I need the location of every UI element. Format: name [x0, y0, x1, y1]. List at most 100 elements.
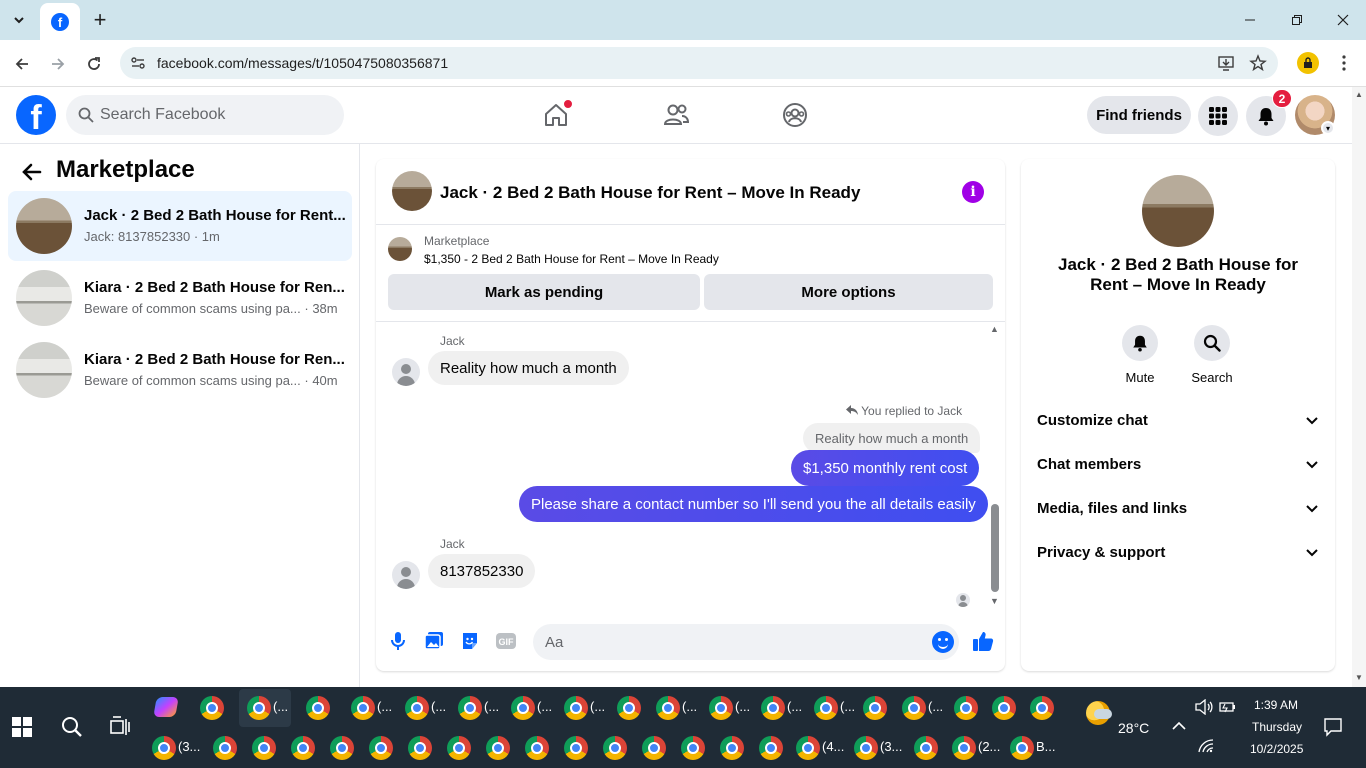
chrome-window-icon[interactable] [486, 736, 510, 760]
close-window-button[interactable] [1331, 8, 1355, 32]
chrome-window-icon[interactable] [854, 736, 878, 760]
contact-avatar[interactable] [392, 358, 420, 386]
tab-search-menu-button[interactable] [6, 7, 32, 33]
facebook-search-input[interactable]: Search Facebook [66, 95, 344, 135]
message-composer[interactable] [533, 624, 959, 660]
back-button[interactable] [8, 50, 36, 78]
taskbar-window-label[interactable]: (... [682, 699, 697, 714]
search-in-chat-button[interactable] [1194, 325, 1230, 361]
chrome-window-icon[interactable] [952, 736, 976, 760]
taskbar-window-label[interactable]: (... [787, 699, 802, 714]
taskbar-window-label[interactable]: (3... [880, 739, 902, 754]
speaker-icon[interactable] [1195, 699, 1213, 715]
clock-date[interactable]: 10/2/2025 [1250, 742, 1303, 756]
chrome-window-icon[interactable] [213, 736, 237, 760]
chevron-up-icon[interactable] [1172, 721, 1186, 731]
scroll-up-icon[interactable]: ▲ [990, 324, 999, 334]
mute-button[interactable] [1122, 325, 1158, 361]
chrome-window-icon[interactable] [408, 736, 432, 760]
incoming-message[interactable]: 8137852330 [428, 554, 536, 588]
mark-as-pending-button[interactable]: Mark as pending [388, 274, 700, 310]
search-icon[interactable] [60, 715, 84, 739]
taskbar-window-label[interactable]: (... [537, 699, 552, 714]
chat-listing-thumbnail[interactable] [392, 171, 432, 211]
account-caret-icon[interactable]: ▾ [1321, 121, 1335, 135]
chat-title[interactable]: Jack · 2 Bed 2 Bath House for Rent – Mov… [440, 183, 860, 203]
chrome-window-icon[interactable] [814, 696, 838, 720]
chrome-window-icon[interactable] [761, 696, 785, 720]
conversation-item[interactable]: Jack · 2 Bed 2 Bath House for Rent... Ja… [8, 191, 352, 261]
incoming-message[interactable]: Reality how much a month [428, 351, 629, 385]
taskbar-window-label[interactable]: (... [273, 699, 288, 714]
chrome-window-icon[interactable] [954, 696, 978, 720]
copilot-icon[interactable] [153, 697, 179, 717]
wifi-icon[interactable] [1198, 739, 1214, 753]
facebook-logo-icon[interactable]: f [16, 95, 56, 135]
mute-action[interactable]: Mute [1108, 325, 1172, 385]
url-text[interactable]: facebook.com/messages/t/1050475080356871 [157, 55, 448, 71]
scroll-down-icon[interactable]: ▼ [1355, 673, 1363, 682]
scroll-up-icon[interactable]: ▲ [1355, 90, 1363, 99]
nav-friends-button[interactable] [660, 99, 692, 131]
back-arrow-icon[interactable] [20, 160, 44, 184]
chrome-window-icon[interactable] [200, 696, 224, 720]
chrome-window-icon[interactable] [603, 736, 627, 760]
chrome-window-icon[interactable] [914, 736, 938, 760]
chrome-window-icon[interactable] [617, 696, 641, 720]
page-scrollbar[interactable]: ▲ ▼ [1352, 87, 1366, 687]
reload-button[interactable] [80, 50, 108, 78]
taskbar-window-label[interactable]: (... [377, 699, 392, 714]
chrome-window-icon[interactable] [681, 736, 705, 760]
chat-scrollbar[interactable]: ▲ ▼ [988, 322, 1002, 612]
media-files-links-section[interactable]: Media, files and links [1037, 490, 1319, 526]
gif-button[interactable]: GIF [494, 629, 518, 653]
menu-button[interactable] [1198, 96, 1238, 136]
marketplace-listing-thumbnail[interactable] [388, 237, 412, 261]
chrome-window-icon[interactable] [369, 736, 393, 760]
chrome-window-icon[interactable] [247, 696, 271, 720]
message-input[interactable] [545, 624, 915, 660]
taskbar-window-label[interactable]: (3... [178, 739, 200, 754]
chrome-window-icon[interactable] [642, 736, 666, 760]
chrome-window-icon[interactable] [525, 736, 549, 760]
chrome-window-icon[interactable] [564, 736, 588, 760]
listing-price-title[interactable]: $1,350 - 2 Bed 2 Bath House for Rent – M… [424, 252, 719, 266]
chrome-window-icon[interactable] [720, 736, 744, 760]
chrome-window-icon[interactable] [405, 696, 429, 720]
scroll-down-icon[interactable]: ▼ [990, 596, 999, 606]
chrome-window-icon[interactable] [291, 736, 315, 760]
bookmark-button[interactable] [1248, 53, 1268, 73]
chrome-window-icon[interactable] [330, 736, 354, 760]
taskbar-window-label[interactable]: (4... [822, 739, 844, 754]
chrome-window-icon[interactable] [709, 696, 733, 720]
chrome-window-icon[interactable] [306, 696, 330, 720]
chrome-window-icon[interactable] [564, 696, 588, 720]
minimize-button[interactable] [1238, 8, 1262, 32]
taskbar-window-label[interactable]: (... [735, 699, 750, 714]
chrome-window-icon[interactable] [351, 696, 375, 720]
contact-avatar[interactable] [392, 561, 420, 589]
install-app-button[interactable] [1216, 53, 1236, 73]
site-settings-icon[interactable] [130, 55, 146, 71]
outgoing-message[interactable]: Please share a contact number so I'll se… [519, 486, 988, 522]
chrome-window-icon[interactable] [992, 696, 1016, 720]
chrome-window-icon[interactable] [796, 736, 820, 760]
find-friends-button[interactable]: Find friends [1087, 96, 1191, 134]
forward-button[interactable] [44, 50, 72, 78]
sticker-button[interactable] [458, 629, 482, 653]
browser-menu-button[interactable] [1334, 52, 1354, 74]
taskbar-window-label[interactable]: (... [928, 699, 943, 714]
quoted-message[interactable]: Reality how much a month [803, 423, 981, 453]
taskbar-window-label[interactable]: (2... [978, 739, 1000, 754]
more-options-button[interactable]: More options [704, 274, 993, 310]
chrome-window-icon[interactable] [252, 736, 276, 760]
taskbar-window-label[interactable]: (... [431, 699, 446, 714]
voice-clip-button[interactable] [386, 629, 410, 653]
chrome-window-icon[interactable] [1010, 736, 1034, 760]
conversation-item[interactable]: Kiara · 2 Bed 2 Bath House for Ren... Be… [8, 335, 352, 405]
browser-tab-facebook[interactable]: f [40, 3, 80, 40]
like-button[interactable] [971, 629, 995, 653]
privacy-support-section[interactable]: Privacy & support [1037, 534, 1319, 570]
chat-members-section[interactable]: Chat members [1037, 446, 1319, 482]
info-icon[interactable]: i [962, 181, 984, 203]
